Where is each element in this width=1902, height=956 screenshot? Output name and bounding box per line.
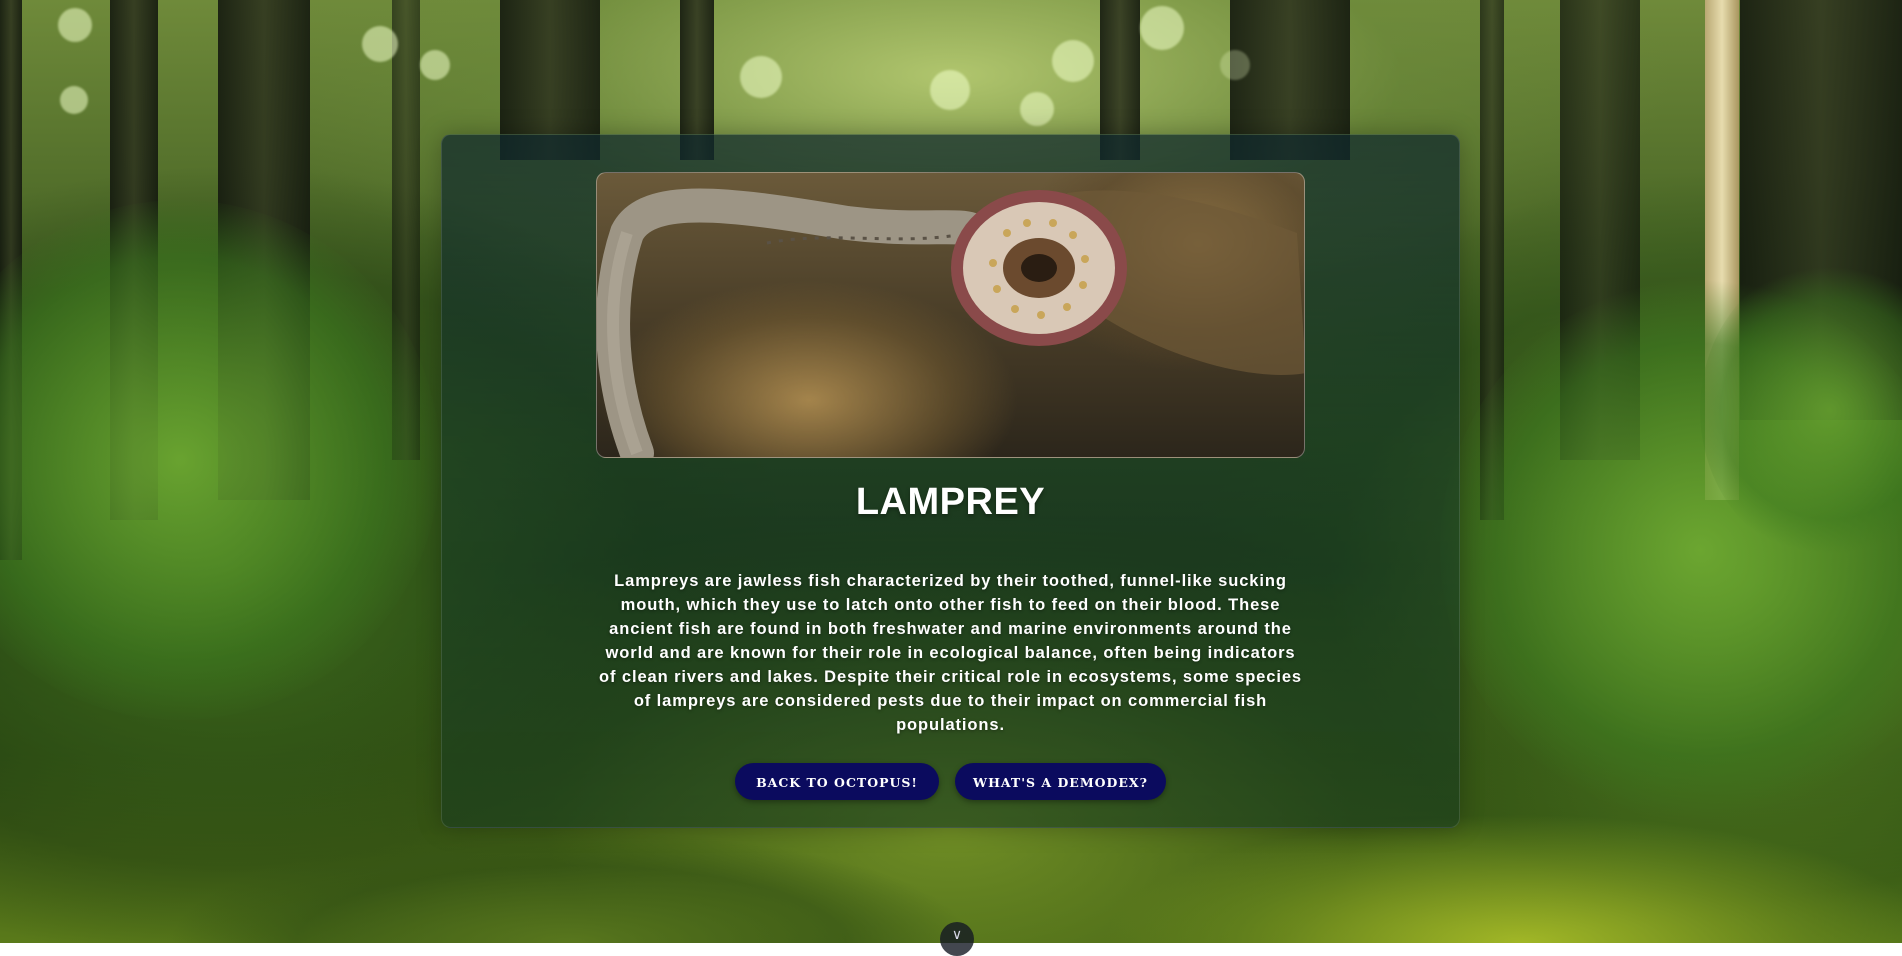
light-bokeh: [1220, 50, 1250, 80]
light-bokeh: [420, 50, 450, 80]
fern-foliage: [0, 200, 440, 720]
light-bokeh: [930, 70, 970, 110]
lamprey-image: [596, 172, 1305, 458]
chevron-down-icon: ∨: [951, 927, 963, 943]
page-title: LAMPREY: [855, 481, 1046, 523]
animal-description: Lampreys are jawless fish characterized …: [599, 572, 1302, 734]
light-bokeh: [58, 8, 92, 42]
back-to-octopus-button[interactable]: BACK TO OCTOPUS!: [735, 763, 939, 800]
light-bokeh: [1052, 40, 1094, 82]
light-bokeh: [60, 86, 88, 114]
light-bokeh: [362, 26, 398, 62]
light-bokeh: [1020, 92, 1054, 126]
light-bokeh: [740, 56, 782, 98]
scroll-down-button[interactable]: ∨: [940, 922, 974, 956]
light-bokeh: [1140, 6, 1184, 50]
whats-a-demodex-button[interactable]: WHAT'S A DEMODEX?: [955, 763, 1166, 800]
lamprey-illustration: [597, 188, 1304, 457]
